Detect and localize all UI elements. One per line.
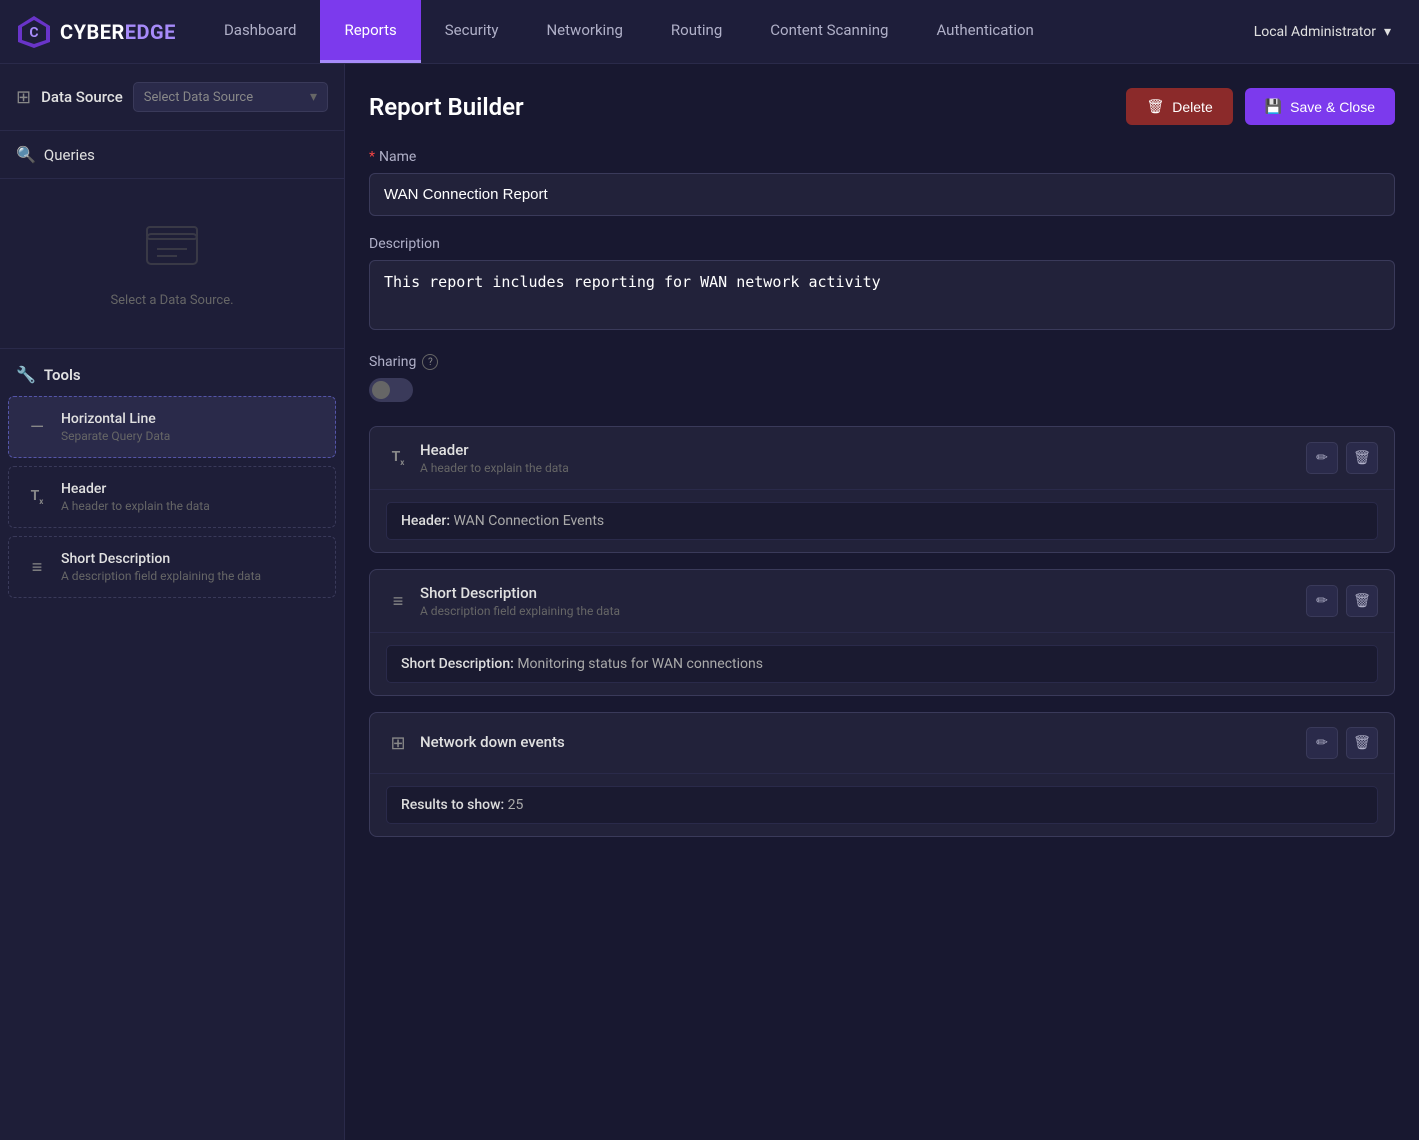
tools-label: Tools — [44, 366, 81, 384]
queries-section[interactable]: 🔍 Queries — [0, 131, 344, 179]
network-down-block-content: Results to show: 25 — [370, 774, 1394, 836]
sharing-help-icon[interactable]: ? — [422, 354, 438, 370]
header-tool-icon: Tx — [25, 488, 49, 506]
header-block-title: Header — [420, 441, 1296, 459]
nav-item-authentication[interactable]: Authentication — [912, 0, 1057, 63]
trash-icon: 🗑 — [1146, 98, 1164, 115]
header-delete-button[interactable]: 🗑 — [1346, 442, 1378, 474]
description-section: Description This report includes reporti… — [369, 236, 1395, 334]
logo-text: CYBEREDGE — [60, 20, 176, 44]
network-down-block-header: ⊞ Network down events ✏ 🗑 — [370, 713, 1394, 774]
sharing-label: Sharing ? — [369, 354, 1395, 370]
nav-item-security[interactable]: Security — [421, 0, 523, 63]
name-label: *Name — [369, 149, 1395, 165]
description-textarea[interactable]: This report includes reporting for WAN n… — [369, 260, 1395, 330]
user-name: Local Administrator — [1254, 24, 1376, 40]
save-close-button[interactable]: 💾 Save & Close — [1245, 88, 1395, 125]
user-menu[interactable]: Local Administrator ▾ — [1242, 16, 1403, 48]
name-input[interactable] — [369, 173, 1395, 216]
header-block-content: Header: WAN Connection Events — [370, 490, 1394, 552]
database-icon: ⊞ — [16, 87, 31, 108]
delete-button[interactable]: 🗑 Delete — [1126, 88, 1232, 125]
tool-desc-horizontal-line: Separate Query Data — [61, 429, 319, 443]
main-nav: Dashboard Reports Security Networking Ro… — [200, 0, 1242, 63]
tool-title-header: Header — [61, 481, 319, 497]
nav-item-content-scanning[interactable]: Content Scanning — [746, 0, 912, 63]
empty-datasource-text: Select a Data Source. — [110, 293, 233, 308]
short-desc-block-icon: ≡ — [386, 591, 410, 612]
header-block-actions: ✏ 🗑 — [1306, 442, 1378, 474]
network-down-edit-button[interactable]: ✏ — [1306, 727, 1338, 759]
save-icon: 💾 — [1265, 98, 1282, 115]
network-down-block-icon: ⊞ — [386, 733, 410, 754]
header-field-display: Header: WAN Connection Events — [386, 502, 1378, 540]
short-description-builder-block: ≡ Short Description A description field … — [369, 569, 1395, 696]
empty-datasource-icon — [142, 219, 202, 281]
search-icon: 🔍 — [16, 145, 36, 164]
name-section: *Name — [369, 149, 1395, 216]
required-star: * — [369, 149, 375, 165]
short-desc-block-subtitle: A description field explaining the data — [420, 604, 1296, 618]
nav-item-routing[interactable]: Routing — [647, 0, 746, 63]
tool-header[interactable]: Tx Header A header to explain the data — [8, 466, 336, 528]
datasource-section: ⊞ Data Source Select Data Source ▾ — [0, 64, 344, 131]
header-builder-block: Tx Header A header to explain the data ✏… — [369, 426, 1395, 553]
chevron-down-icon: ▾ — [1384, 24, 1391, 40]
network-down-builder-block: ⊞ Network down events ✏ 🗑 Results to sho… — [369, 712, 1395, 837]
empty-datasource: Select a Data Source. — [0, 179, 344, 349]
header-block-icon: Tx — [386, 449, 410, 467]
network-down-field-display: Results to show: 25 — [386, 786, 1378, 824]
short-desc-field-display: Short Description: Monitoring status for… — [386, 645, 1378, 683]
header-buttons: 🗑 Delete 💾 Save & Close — [1126, 88, 1395, 125]
horizontal-line-icon: — — [25, 417, 49, 438]
nav-item-networking[interactable]: Networking — [522, 0, 646, 63]
network-down-delete-button[interactable]: 🗑 — [1346, 727, 1378, 759]
tool-title-horizontal-line: Horizontal Line — [61, 411, 319, 427]
page-title: Report Builder — [369, 93, 524, 121]
short-desc-block-title: Short Description — [420, 584, 1296, 602]
sidebar: ⊞ Data Source Select Data Source ▾ 🔍 Que… — [0, 64, 345, 1140]
network-down-block-actions: ✏ 🗑 — [1306, 727, 1378, 759]
short-desc-block-header: ≡ Short Description A description field … — [370, 570, 1394, 633]
tool-desc-short-desc: A description field explaining the data — [61, 569, 319, 583]
tools-icon: 🔧 — [16, 365, 36, 384]
logo-icon: C — [16, 14, 52, 50]
short-desc-block-content: Short Description: Monitoring status for… — [370, 633, 1394, 695]
tool-desc-header: A header to explain the data — [61, 499, 319, 513]
short-desc-delete-button[interactable]: 🗑 — [1346, 585, 1378, 617]
datasource-placeholder: Select Data Source — [144, 90, 253, 105]
short-desc-block-actions: ✏ 🗑 — [1306, 585, 1378, 617]
tool-horizontal-line[interactable]: — Horizontal Line Separate Query Data — [8, 396, 336, 458]
svg-text:C: C — [29, 25, 38, 41]
main-layout: ⊞ Data Source Select Data Source ▾ 🔍 Que… — [0, 64, 1419, 1140]
nav-item-dashboard[interactable]: Dashboard — [200, 0, 321, 63]
content-area: Report Builder 🗑 Delete 💾 Save & Close *… — [345, 64, 1419, 1140]
network-down-block-title: Network down events — [420, 733, 1296, 751]
header-edit-button[interactable]: ✏ — [1306, 442, 1338, 474]
description-label: Description — [369, 236, 1395, 252]
tool-short-description[interactable]: ≡ Short Description A description field … — [8, 536, 336, 598]
content-header: Report Builder 🗑 Delete 💾 Save & Close — [369, 88, 1395, 125]
sharing-toggle[interactable] — [369, 378, 413, 402]
toggle-thumb — [372, 381, 390, 399]
datasource-select[interactable]: Select Data Source ▾ — [133, 82, 328, 112]
short-desc-tool-icon: ≡ — [25, 557, 49, 578]
short-desc-edit-button[interactable]: ✏ — [1306, 585, 1338, 617]
nav-item-reports[interactable]: Reports — [320, 0, 420, 63]
logo: C CYBEREDGE — [16, 14, 176, 50]
tools-header: 🔧 Tools — [0, 349, 344, 392]
chevron-down-icon: ▾ — [310, 89, 317, 105]
header-block-header: Tx Header A header to explain the data ✏… — [370, 427, 1394, 490]
topbar: C CYBEREDGE Dashboard Reports Security N… — [0, 0, 1419, 64]
queries-label: Queries — [44, 146, 95, 164]
sharing-section: Sharing ? — [369, 354, 1395, 402]
datasource-label: Data Source — [41, 88, 123, 106]
tool-title-short-desc: Short Description — [61, 551, 319, 567]
header-block-subtitle: A header to explain the data — [420, 461, 1296, 475]
